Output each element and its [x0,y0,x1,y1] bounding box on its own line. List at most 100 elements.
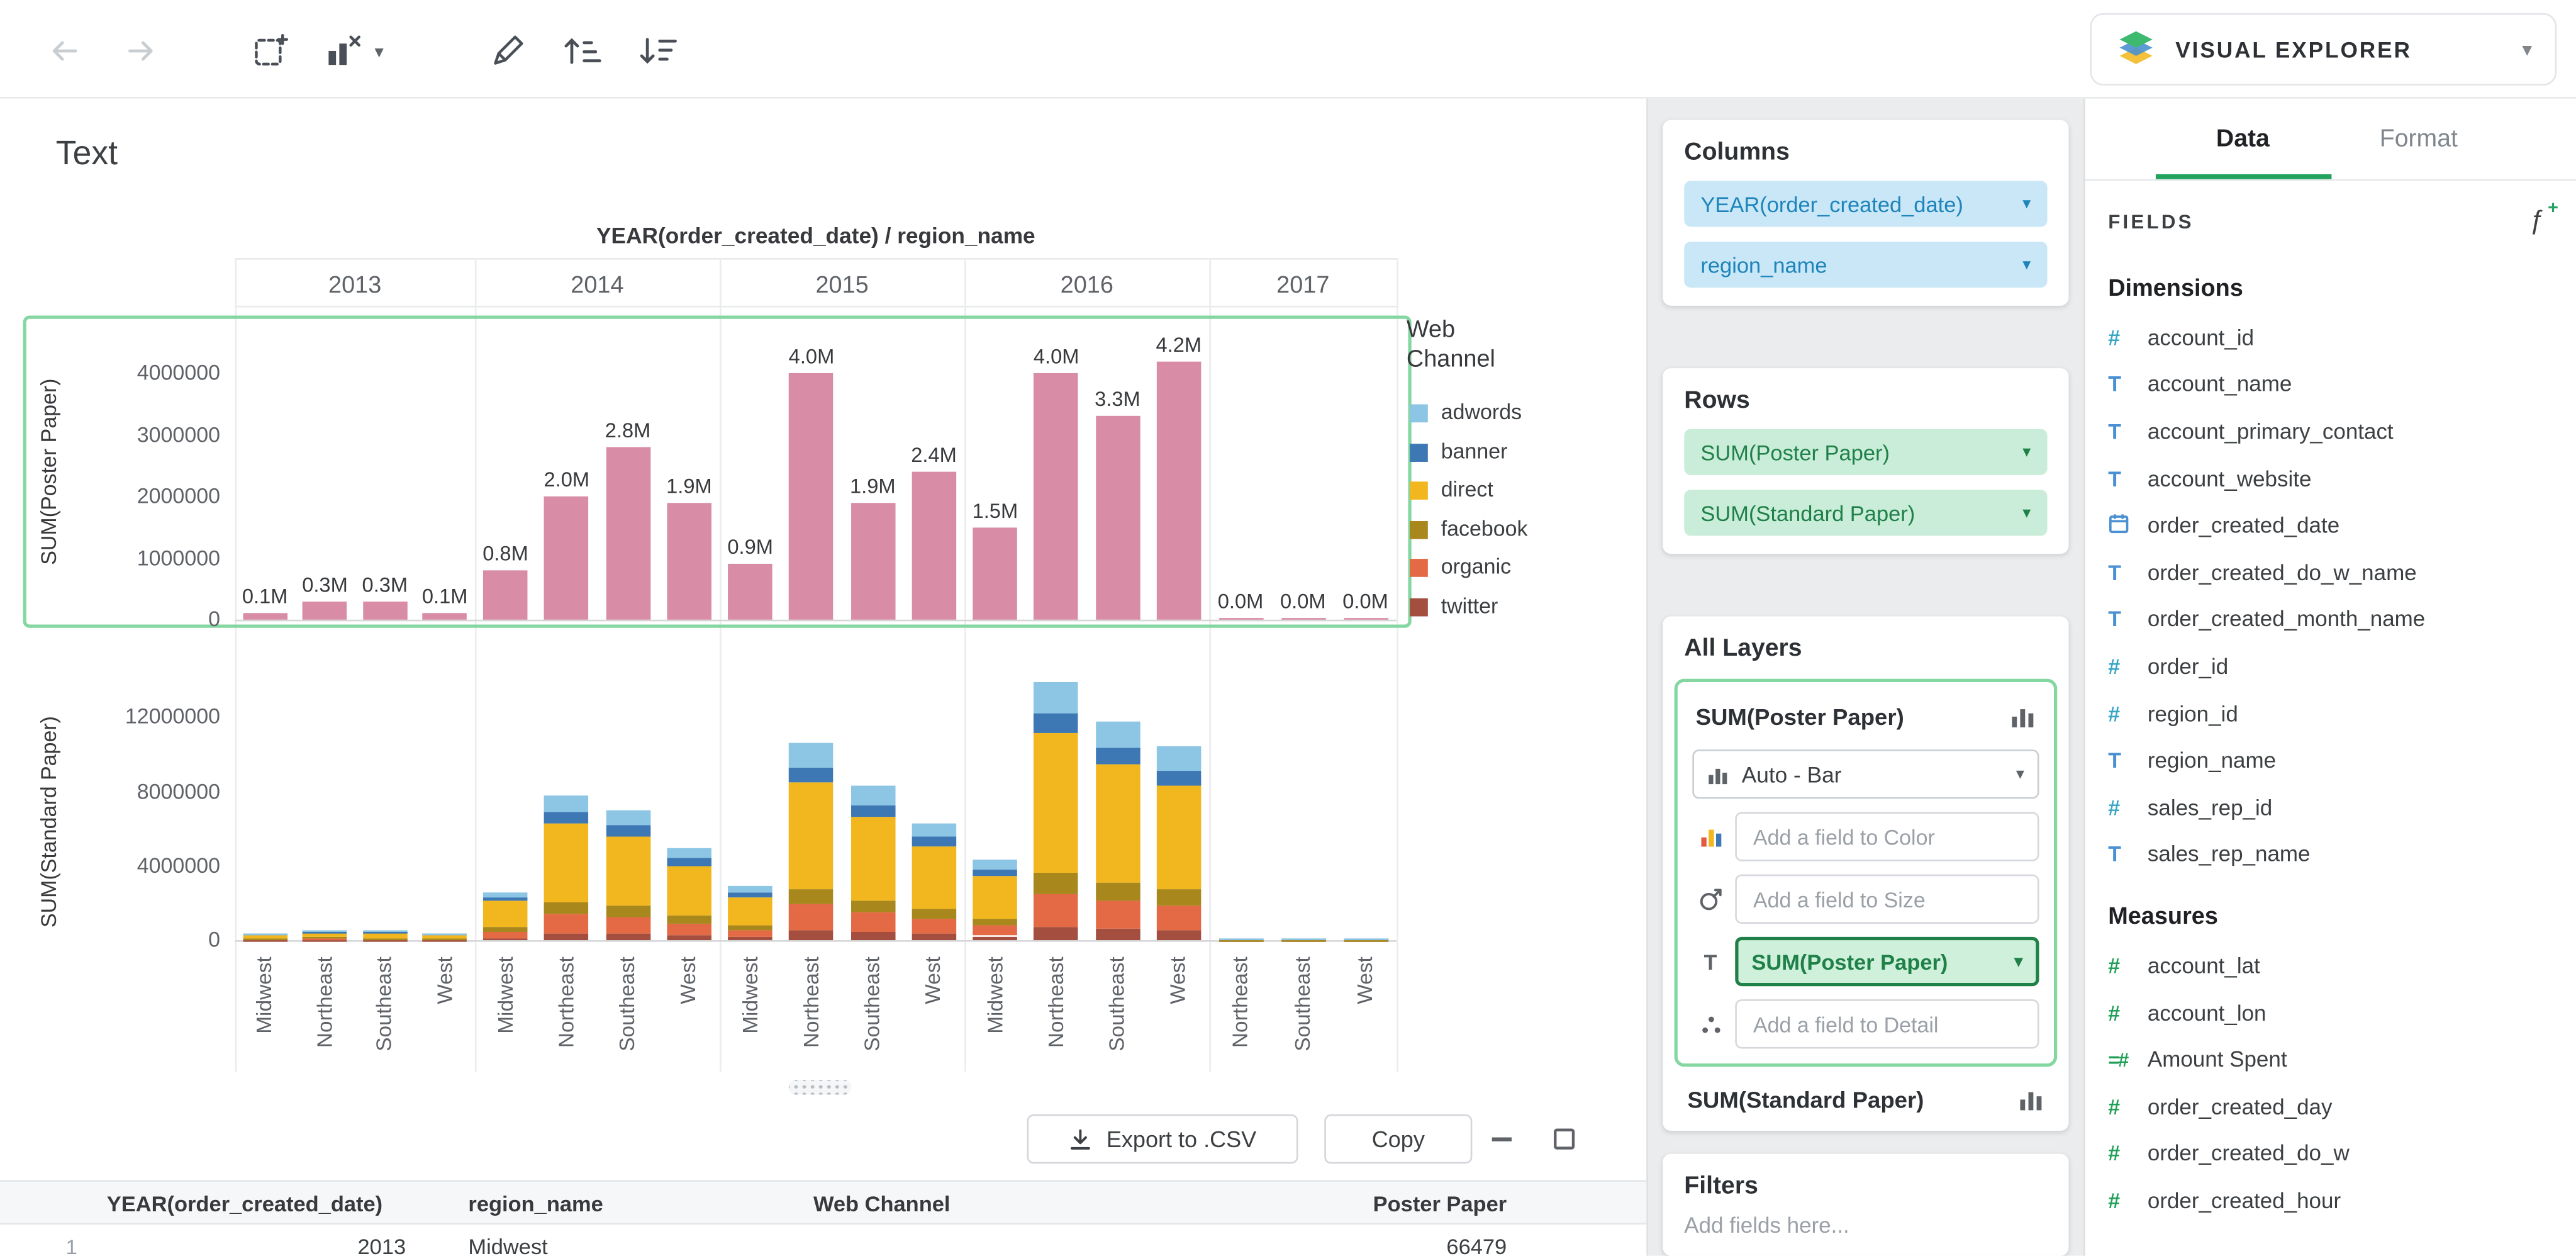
bar-segment-adwords[interactable] [606,810,650,826]
row-pill[interactable]: SUM(Poster Paper)▾ [1684,429,2047,475]
table-header-cell[interactable]: YEAR(order_created_date) [91,1182,436,1223]
bar-segment-twitter[interactable] [303,939,347,940]
bar-segment-twitter[interactable] [1095,929,1140,940]
bar-segment-direct[interactable] [912,846,956,909]
legend-item-twitter[interactable]: twitter [1441,593,1498,617]
row-pill[interactable]: SUM(Standard Paper)▾ [1684,490,2047,535]
bar-segment-direct[interactable] [1095,765,1140,883]
poster-paper-bar[interactable] [667,503,711,620]
bar-segment-direct[interactable] [545,824,589,903]
bar-segment-organic[interactable] [667,923,711,935]
field-order-created-date[interactable]: order_created_date [2085,502,2576,549]
bar-segment-banner[interactable] [303,931,347,932]
poster-paper-bar[interactable] [1034,373,1079,620]
field-account-primary-contact[interactable]: Taccount_primary_contact [2085,408,2576,455]
bar-segment-organic[interactable] [363,938,408,939]
bar-segment-facebook[interactable] [545,902,589,914]
poster-paper-bar[interactable] [912,472,956,620]
poster-paper-bar[interactable] [423,614,467,620]
field-region-id[interactable]: #region_id [2085,690,2576,737]
bar-segment-twitter[interactable] [545,933,589,941]
bar-segment-banner[interactable] [363,932,408,933]
color-field-dropzone[interactable]: Add a field to Color [1735,812,2039,861]
bar-segment-adwords[interactable] [363,931,408,932]
bar-segment-twitter[interactable] [606,934,650,940]
bar-segment-organic[interactable] [789,905,834,931]
poster-paper-bar[interactable] [789,373,834,620]
poster-paper-bar[interactable] [1281,617,1325,620]
bar-segment-banner[interactable] [1034,713,1079,734]
bar-segment-facebook[interactable] [1034,873,1079,894]
legend-item-adwords[interactable]: adwords [1441,400,1522,424]
field-account-name[interactable]: Taccount_name [2085,361,2576,408]
bar-segment-organic[interactable] [912,919,956,934]
bar-segment-organic[interactable] [545,914,589,933]
bar-segment-adwords[interactable] [667,847,711,858]
bar-segment-facebook[interactable] [1095,883,1140,901]
legend-item-facebook[interactable]: facebook [1441,515,1528,540]
poster-paper-bar[interactable] [1218,617,1263,620]
bar-segment-direct[interactable] [1034,734,1079,873]
add-formula-button[interactable]: ƒ+ [2529,207,2543,237]
table-header-cell[interactable]: Web Channel [781,1182,1142,1223]
bar-segment-facebook[interactable] [667,916,711,924]
bar-segment-facebook[interactable] [606,906,650,916]
bar-segment-organic[interactable] [483,931,528,938]
poster-paper-bar[interactable] [363,601,408,619]
bar-segment-twitter[interactable] [423,939,467,940]
mark-type-select[interactable]: Auto - Bar ▾ [1692,749,2039,799]
column-pill[interactable]: region_name▾ [1684,242,2047,288]
bar-segment-organic[interactable] [850,912,895,933]
bar-segment-banner[interactable] [850,805,895,817]
poster-paper-bar[interactable] [728,564,772,620]
bar-segment-twitter[interactable] [789,930,834,940]
table-header-cell[interactable]: region_name [435,1182,781,1223]
layer-header-standard-paper[interactable]: SUM(Standard Paper) [1684,1087,2047,1113]
size-field-dropzone[interactable]: Add a field to Size [1735,875,2039,924]
bar-segment-organic[interactable] [728,930,772,937]
field-region-name[interactable]: Tregion_name [2085,737,2576,784]
field-order-created-day[interactable]: #order_created_day [2085,1083,2576,1130]
field-sales-rep-name[interactable]: Tsales_rep_name [2085,831,2576,878]
legend-item-organic[interactable]: organic [1441,554,1511,578]
poster-paper-bar[interactable] [606,447,650,619]
poster-paper-bar[interactable] [973,527,1018,620]
bar-segment-organic[interactable] [303,938,347,939]
bar-segment-twitter[interactable] [1034,927,1079,940]
bar-segment-organic[interactable] [1095,900,1140,929]
bar-segment-twitter[interactable] [912,934,956,940]
column-pill[interactable]: YEAR(order_created_date)▾ [1684,181,2047,227]
expand-table-button[interactable] [1549,1124,1579,1154]
chart-options-caret[interactable]: ▾ [375,41,384,62]
bar-segment-direct[interactable] [789,783,834,889]
bar-segment-organic[interactable] [1034,894,1079,927]
bar-segment-adwords[interactable] [789,743,834,766]
add-chart-button[interactable] [250,30,293,72]
poster-paper-bar[interactable] [303,601,347,619]
poster-paper-bar[interactable] [545,496,589,620]
bar-segment-adwords[interactable] [973,860,1018,870]
field-account-lat[interactable]: #account_lat [2085,942,2576,989]
edit-marks-button[interactable] [486,30,529,72]
bar-segment-facebook[interactable] [728,926,772,931]
bar-segment-direct[interactable] [243,935,287,938]
filters-dropzone[interactable]: Add fields here... [1684,1213,2047,1238]
bar-segment-direct[interactable] [483,902,528,928]
bar-segment-adwords[interactable] [912,823,956,837]
copy-button[interactable]: Copy [1324,1114,1472,1163]
bar-segment-banner[interactable] [423,934,467,935]
bar-segment-banner[interactable] [667,858,711,866]
bar-segment-facebook[interactable] [483,928,528,931]
bar-segment-twitter[interactable] [667,936,711,940]
field-account-website[interactable]: Taccount_website [2085,455,2576,502]
detail-field-dropzone[interactable]: Add a field to Detail [1735,999,2039,1048]
sort-ascending-button[interactable] [559,30,605,72]
field-order-id[interactable]: #order_id [2085,643,2576,690]
bar-segment-twitter[interactable] [483,938,528,940]
visual-explorer-menu[interactable]: VISUAL EXPLORER ▾ [2090,13,2556,86]
field-amount-spent[interactable]: =#Amount Spent [2085,1036,2576,1083]
bar-segment-facebook[interactable] [423,938,467,939]
bar-segment-facebook[interactable] [1157,890,1202,905]
bar-segment-adwords[interactable] [1095,721,1140,748]
bar-segment-direct[interactable] [728,897,772,926]
